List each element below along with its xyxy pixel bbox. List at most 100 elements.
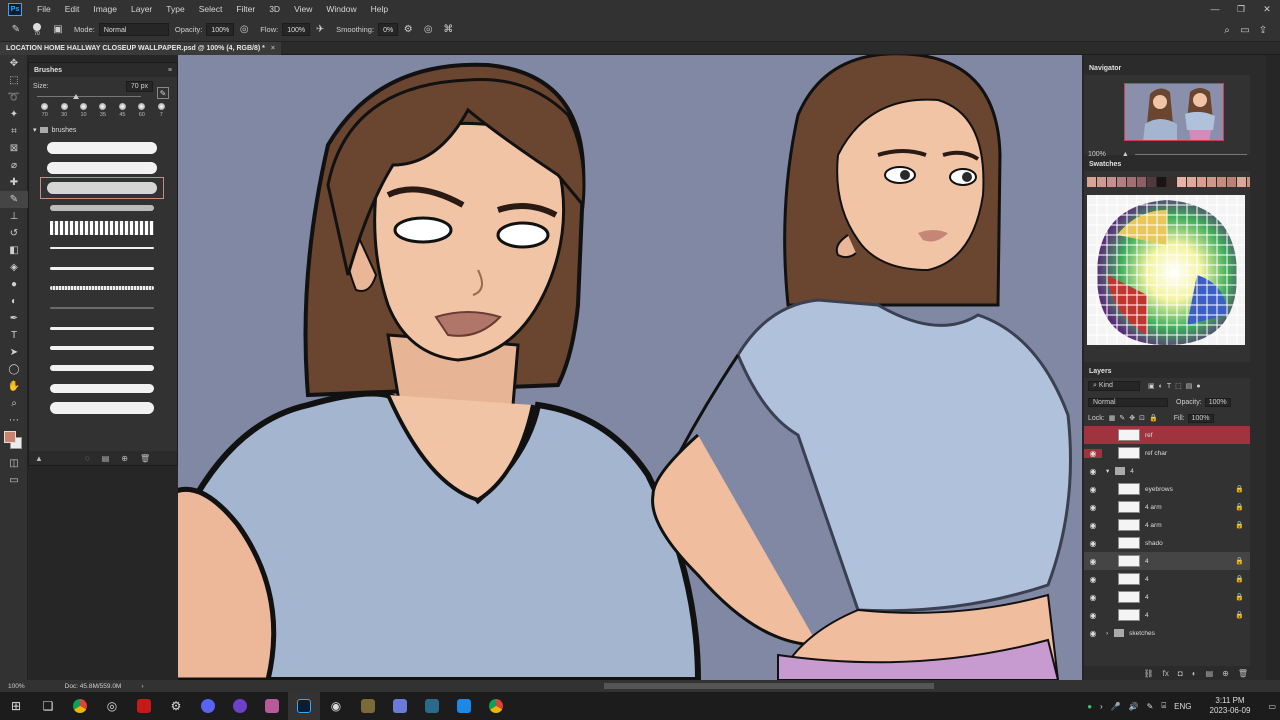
language-indicator[interactable]: ENG	[1174, 702, 1191, 711]
image-viewer-icon[interactable]	[384, 692, 416, 720]
more-tools-icon[interactable]: ⋯	[0, 412, 28, 429]
network-icon[interactable]: ⌸	[1161, 701, 1166, 711]
preset-60[interactable]: 60	[132, 103, 151, 118]
brush-settings-icon[interactable]: ▣	[51, 23, 65, 37]
filter-type-icon[interactable]: T	[1167, 383, 1171, 390]
panel-menu-icon[interactable]: ≡	[168, 67, 172, 74]
mic-icon[interactable]: 🎤	[1111, 702, 1121, 711]
layers-panel-header[interactable]: Layers ≡	[1084, 364, 1266, 378]
menu-edit[interactable]: Edit	[58, 0, 87, 18]
brush-item[interactable]	[41, 398, 163, 418]
brushes-panel-header[interactable]: Brushes ≡	[29, 63, 177, 77]
menu-3d[interactable]: 3D	[262, 0, 287, 18]
swatch[interactable]	[1177, 177, 1187, 187]
swatch[interactable]	[1157, 177, 1167, 187]
fill-field[interactable]: 100%	[1187, 413, 1214, 423]
menu-file[interactable]: File	[30, 0, 58, 18]
eraser-tool-icon[interactable]: ◧	[0, 242, 28, 259]
link-icon[interactable]: ⛓	[1144, 669, 1154, 678]
github-icon[interactable]	[224, 692, 256, 720]
brush-preset-picker[interactable]: 70	[26, 21, 48, 39]
eye-icon[interactable]: ◉	[1084, 629, 1102, 638]
brush-item[interactable]	[40, 177, 164, 199]
toggle-preview-icon[interactable]: ◌	[85, 454, 90, 463]
fx-icon[interactable]: fx	[1163, 669, 1169, 678]
menu-help[interactable]: Help	[364, 0, 395, 18]
lasso-tool-icon[interactable]: ➰	[0, 89, 28, 106]
layer-group-row[interactable]: ◉ ▾ 4	[1084, 462, 1266, 480]
eye-icon[interactable]: ◉	[1084, 593, 1102, 602]
layer-row[interactable]: ref	[1084, 426, 1266, 444]
chevron-up-icon[interactable]: ›	[1100, 702, 1103, 711]
layer-row[interactable]: ◉ 4 🔒	[1084, 606, 1266, 624]
swatch[interactable]	[1127, 177, 1137, 187]
layer-row[interactable]: ◉ 4 🔒	[1084, 588, 1266, 606]
notification-icon[interactable]: ▭	[1268, 702, 1276, 711]
blur-tool-icon[interactable]: ●	[0, 276, 28, 293]
hand-tool-icon[interactable]: ✋	[0, 378, 28, 395]
eye-icon[interactable]: ◉	[1084, 611, 1102, 620]
layer-opacity-field[interactable]: 100%	[1204, 397, 1231, 407]
brush-item[interactable]	[41, 258, 163, 278]
healing-tool-icon[interactable]: ✚	[0, 174, 28, 191]
brush-item[interactable]	[41, 298, 163, 318]
eye-icon[interactable]: ◉	[1084, 575, 1102, 584]
horizontal-scrollbar[interactable]	[603, 683, 934, 689]
swatch[interactable]	[1197, 177, 1207, 187]
filter-toggle-icon[interactable]: ●	[1196, 383, 1200, 390]
lock-pixels-icon[interactable]: ✎	[1119, 414, 1125, 422]
magic-wand-tool-icon[interactable]: ✦	[0, 106, 28, 123]
filter-pixel-icon[interactable]: ▣	[1148, 382, 1155, 390]
flow-field[interactable]: 100%	[282, 23, 311, 36]
color-chips[interactable]	[0, 429, 28, 455]
pen-tool-icon[interactable]: ✒	[0, 310, 28, 327]
menu-layer[interactable]: Layer	[124, 0, 159, 18]
foreground-color-swatch[interactable]	[4, 431, 16, 443]
menu-filter[interactable]: Filter	[229, 0, 262, 18]
brush-item[interactable]	[41, 218, 163, 238]
crop-tool-icon[interactable]: ⌗	[0, 123, 28, 140]
preset-45[interactable]: 45	[113, 103, 132, 118]
quick-mask-icon[interactable]: ◫	[0, 455, 28, 472]
restore-icon[interactable]: ❐	[1228, 0, 1254, 18]
lock-artboard-icon[interactable]: ⊡	[1139, 414, 1145, 422]
filter-shape-icon[interactable]: ⬚	[1175, 382, 1182, 390]
swatch[interactable]	[1167, 177, 1177, 187]
screen-mode-icon[interactable]: ▭	[0, 472, 28, 489]
mode-select[interactable]: Normal	[98, 23, 169, 36]
stamp-tool-icon[interactable]: ⊥	[0, 208, 28, 225]
pressure-opacity-icon[interactable]: ◎	[237, 23, 251, 37]
tab-close-icon[interactable]: ×	[271, 42, 275, 55]
layer-kind-filter[interactable]: ⌕ Kind	[1088, 381, 1140, 391]
flash-icon[interactable]	[128, 692, 160, 720]
swatch[interactable]	[1217, 177, 1227, 187]
new-brush-icon[interactable]: ⊕	[121, 454, 128, 463]
brush-item[interactable]	[41, 318, 163, 338]
menu-window[interactable]: Window	[319, 0, 363, 18]
brush-item[interactable]	[41, 158, 163, 178]
frame-tool-icon[interactable]: ⊠	[0, 140, 28, 157]
game-icon[interactable]	[352, 692, 384, 720]
new-layer-icon[interactable]: ⊕	[1222, 669, 1229, 678]
navigator-thumbnail[interactable]	[1124, 83, 1224, 141]
swatch[interactable]	[1237, 177, 1247, 187]
chevron-down-icon[interactable]: ▾	[1106, 467, 1109, 475]
workspace-icon[interactable]: ▭	[1236, 21, 1254, 39]
blend-mode-select[interactable]: Normal	[1088, 397, 1168, 407]
size-field[interactable]: 70 px	[125, 80, 153, 92]
brush-item[interactable]	[41, 238, 163, 258]
brush-item[interactable]	[41, 358, 163, 378]
dodge-tool-icon[interactable]: ◐	[0, 293, 28, 310]
layer-row[interactable]: ◉ 4 arm 🔒	[1084, 516, 1266, 534]
preset-70[interactable]: 70	[35, 103, 54, 118]
swatch[interactable]	[1207, 177, 1217, 187]
preset-35[interactable]: 35	[93, 103, 112, 118]
layer-row[interactable]: ◉ eyebrows 🔒	[1084, 480, 1266, 498]
new-folder-icon[interactable]: ▤	[102, 454, 110, 463]
size-preview-slider-icon[interactable]: ▲	[35, 454, 43, 463]
history-brush-tool-icon[interactable]: ↺	[0, 225, 28, 242]
marquee-tool-icon[interactable]: ⬚	[0, 72, 28, 89]
photoshop-taskbar-icon[interactable]	[288, 692, 320, 720]
volume-icon[interactable]: 🔊	[1129, 702, 1139, 711]
symmetry-icon[interactable]: ⌘	[441, 23, 455, 37]
